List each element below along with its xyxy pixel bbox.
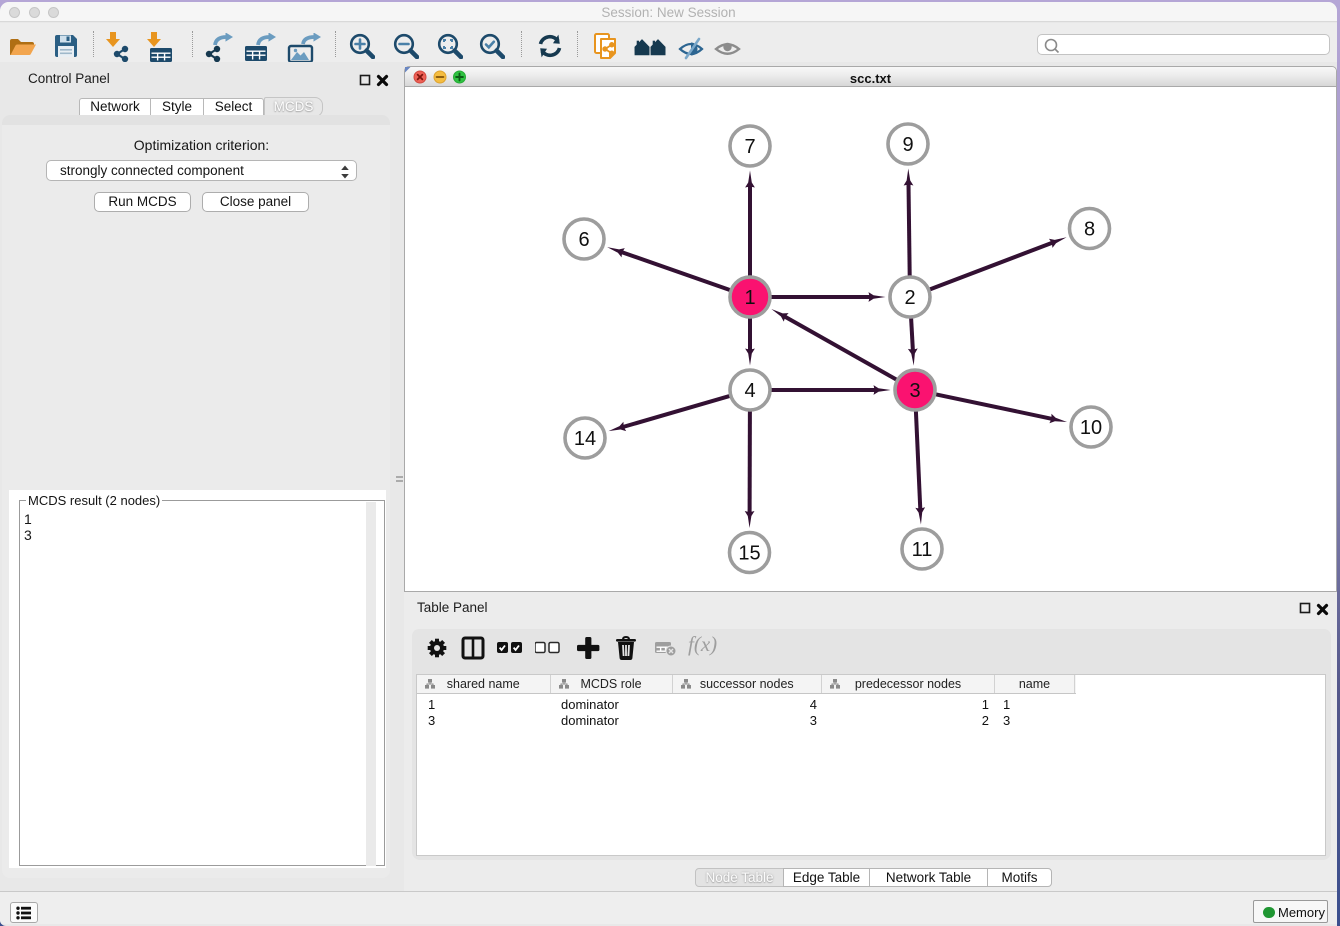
- svg-text:11: 11: [912, 539, 933, 561]
- svg-text:9: 9: [902, 134, 913, 156]
- svg-text:6: 6: [578, 229, 589, 251]
- svg-text:4: 4: [744, 380, 755, 402]
- svg-text:8: 8: [1084, 219, 1095, 241]
- svg-text:15: 15: [738, 543, 760, 565]
- svg-text:2: 2: [904, 287, 915, 309]
- svg-text:3: 3: [909, 380, 920, 402]
- svg-text:7: 7: [744, 136, 755, 158]
- svg-text:14: 14: [574, 428, 596, 450]
- svg-text:1: 1: [744, 287, 755, 309]
- svg-text:10: 10: [1080, 417, 1102, 439]
